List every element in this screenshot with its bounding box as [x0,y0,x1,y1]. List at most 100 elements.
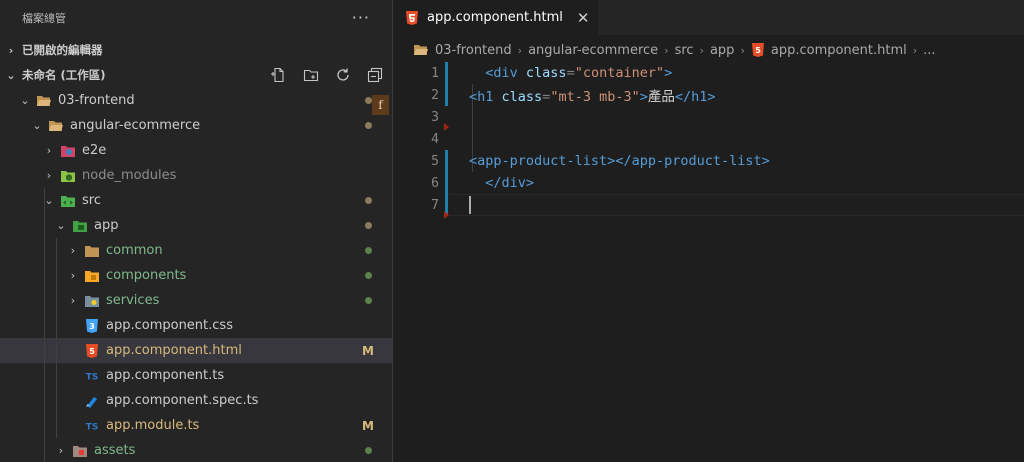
tree-item[interactable]: 5 app.component.html M [0,338,392,363]
code-line[interactable]: 4 [393,128,1024,150]
breadcrumb-separator-icon: › [912,43,918,57]
more-actions-icon[interactable]: ··· [352,8,370,27]
tree-item-label: angular-ecommerce [70,118,201,133]
tree-item[interactable]: 3 app.component.css [0,313,392,338]
breadcrumb-item[interactable]: app.component.html [771,43,907,58]
editor-pane: app.component.html ✕ 03-frontend › angular… [393,0,1024,462]
tree-item[interactable]: app.component.spec.ts [0,388,392,413]
git-status-dot [365,222,372,229]
modified-badge: M [362,418,374,433]
svg-text:TS: TS [86,422,98,431]
git-modified-marker[interactable] [445,84,448,106]
tree-item-label: app.component.css [106,318,233,333]
new-file-icon[interactable] [270,66,288,84]
ts-file-icon: TS [84,368,100,384]
line-number: 5 [431,153,439,169]
git-status-dot [365,272,372,279]
breadcrumb-item[interactable]: angular-ecommerce [528,43,658,58]
explorer-header: 檔案總管 ··· [0,0,392,35]
breadcrumb-item[interactable]: src [675,43,694,58]
folder-open-icon [413,43,429,57]
e2e-folder-icon [60,143,76,159]
folder-icon [84,243,100,259]
collapse-all-icon[interactable] [366,66,384,84]
chevron-right-icon[interactable]: › [42,169,56,182]
git-deleted-marker[interactable] [444,211,449,219]
tree-item[interactable]: › components [0,263,392,288]
chevron-down-icon: ⌄ [6,68,16,82]
line-number: 4 [431,131,439,147]
git-status-dot [365,447,372,454]
git-status-dot [365,247,372,254]
app-folder-icon [72,218,88,234]
tree-item-label: common [106,243,163,258]
chevron-down-icon[interactable]: ⌄ [30,119,44,132]
tree-item[interactable]: ⌄ angular-ecommerce [0,113,392,138]
breadcrumb-separator-icon: › [517,43,523,57]
code-line[interactable]: 6 </div> [393,172,1024,194]
tree-item[interactable]: › e2e [0,138,392,163]
chevron-right-icon[interactable]: › [66,244,80,257]
chevron-right-icon: › [8,43,14,57]
tree-item[interactable]: TS app.module.ts M [0,413,392,438]
git-modified-marker[interactable] [445,150,448,172]
tab-app-component-html[interactable]: app.component.html ✕ [393,0,598,35]
refresh-icon[interactable] [334,66,352,84]
tree-item[interactable]: TS app.component.ts [0,363,392,388]
tree-item-label: app [94,218,119,233]
tree-item-label: e2e [82,143,107,158]
breadcrumb: 03-frontend › angular-ecommerce › src › app › 5 a… [393,38,1024,62]
code-line[interactable]: 3 [393,106,1024,131]
svg-text:5: 5 [755,46,761,55]
tree-item[interactable]: ⌄ 03-frontend [0,88,392,113]
code-line[interactable]: 2 <h1 class="mt-3 mb-3">產品</h1> [393,84,1024,106]
tree-item-label: node_modules [82,168,177,183]
html-file-icon: 5 [751,42,765,58]
html-file-icon [405,10,419,26]
close-icon[interactable]: ✕ [577,9,590,27]
chevron-right-icon[interactable]: › [66,269,80,282]
line-number: 6 [431,175,439,191]
chevron-down-icon[interactable]: ⌄ [18,94,32,107]
open-editors-section[interactable]: › 已開啟的編輯器 [0,38,392,62]
chevron-right-icon[interactable]: › [66,294,80,307]
git-status-dot [365,197,372,204]
tree-item[interactable]: › services [0,288,392,313]
code-line[interactable]: 1 <div class="container"> [393,62,1024,84]
services-folder-icon [84,293,100,309]
tree-item[interactable]: ⌄ src [0,188,392,213]
chevron-right-icon[interactable]: › [54,444,68,457]
chevron-right-icon[interactable]: › [42,144,56,157]
breadcrumb-item[interactable]: 03-frontend [435,43,512,58]
open-editors-label: 已開啟的編輯器 [22,43,103,57]
tree-item-label: app.component.ts [106,368,225,383]
git-modified-marker[interactable] [445,62,448,84]
tree-item-label: services [106,293,160,308]
workspace-section[interactable]: ⌄ 未命名 (工作區) [0,63,392,87]
src-folder-icon [60,193,76,209]
text-cursor [469,196,471,214]
modified-badge: M [362,343,374,358]
code-line[interactable]: 5 <app-product-list></app-product-list> [393,150,1024,172]
chevron-down-icon[interactable]: ⌄ [54,219,68,232]
breadcrumb-item[interactable]: app [710,43,734,58]
node-folder-icon [60,168,76,184]
folder-open-icon [36,93,52,109]
tree-item-label: app.component.html [106,343,242,358]
tab-bar: app.component.html ✕ [393,0,1024,35]
tree-item[interactable]: › node_modules [0,163,392,188]
tree-item[interactable]: › assets [0,438,392,462]
git-modified-marker[interactable] [445,172,448,194]
tree-item-label: assets [94,443,136,458]
tree-item[interactable]: › common [0,238,392,263]
tree-item[interactable]: ⌄ app [0,213,392,238]
code-line[interactable]: 7 [393,194,1024,219]
breadcrumb-item[interactable]: ... [923,43,935,58]
spec-file-icon [84,393,100,409]
code-text: </div> [485,175,535,191]
new-folder-icon[interactable] [302,66,320,84]
ts-file-icon: TS [84,418,100,434]
tree-item-label: 03-frontend [58,93,135,108]
tree-item-label: app.component.spec.ts [106,393,259,408]
tab-label: app.component.html [427,10,563,25]
